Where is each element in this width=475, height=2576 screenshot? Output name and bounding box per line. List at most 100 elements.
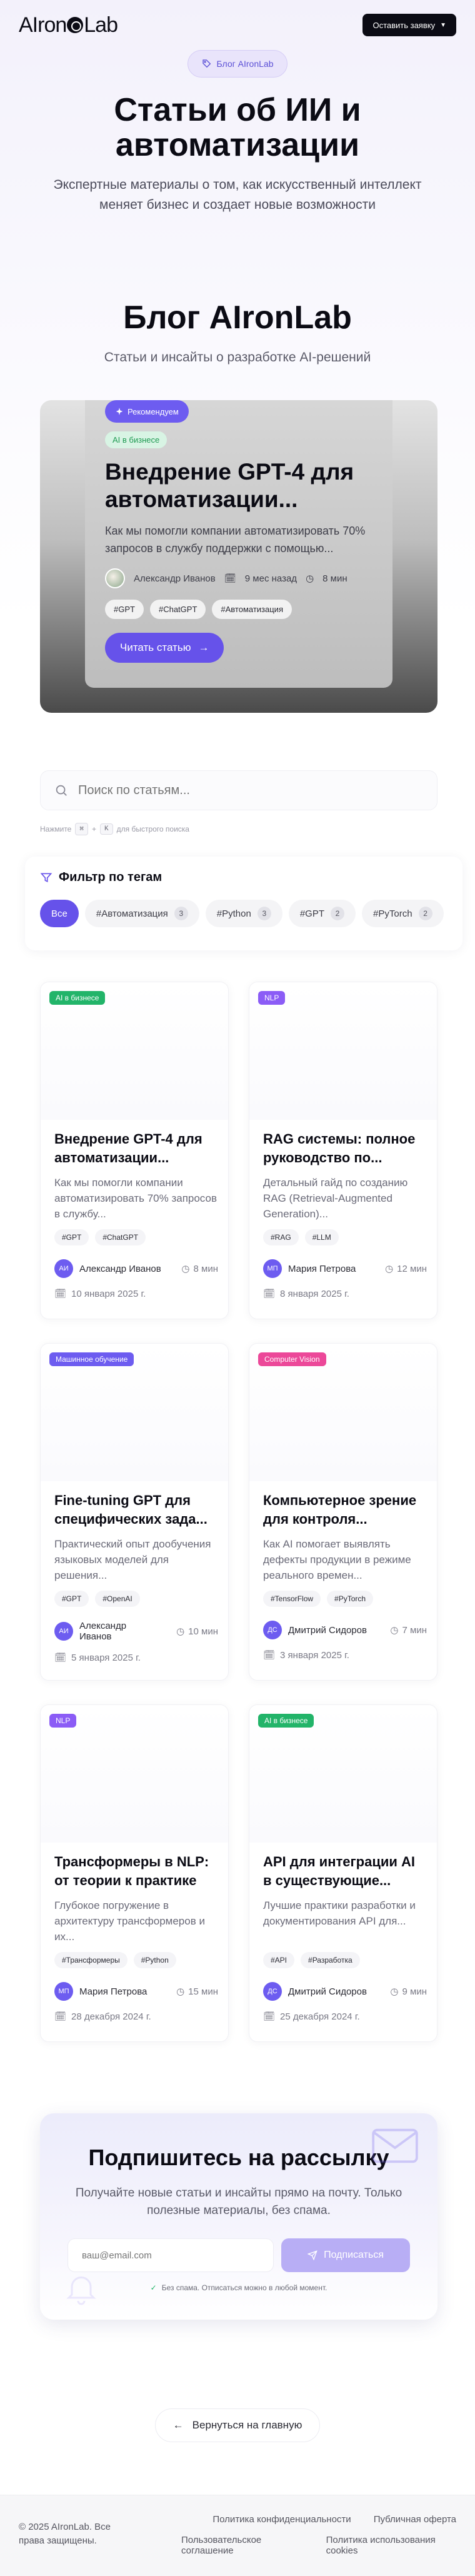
- clock-icon: ◷: [181, 1264, 190, 1274]
- chip-pytorch[interactable]: #PyTorch 2: [362, 900, 444, 927]
- article-tag[interactable]: #PyTorch: [327, 1591, 374, 1607]
- author-avatar: ДС: [263, 1982, 282, 2001]
- read-article-button[interactable]: Читать статью →: [105, 633, 224, 663]
- article-category: AI в бизнесе: [49, 991, 106, 1005]
- featured-tag[interactable]: #GPT: [105, 600, 144, 619]
- article-card[interactable]: NLP RAG системы: полное руководство по..…: [249, 982, 438, 1319]
- article-tag[interactable]: #LLM: [304, 1229, 339, 1245]
- hero: Блог AIronLab Статьи об ИИ и автоматизац…: [0, 50, 475, 215]
- calendar-icon: 🗓: [224, 573, 236, 584]
- chip-count: 2: [331, 907, 345, 920]
- bell-icon: [66, 2277, 96, 2305]
- article-title[interactable]: RAG системы: полное руководство по...: [263, 1130, 427, 1167]
- clock-icon: ◷: [390, 1986, 399, 1997]
- article-tag[interactable]: #Разработка: [301, 1952, 360, 1968]
- article-title[interactable]: Трансформеры в NLP: от теории к практике: [54, 1853, 218, 1890]
- featured-category: AI в бизнесе: [105, 431, 168, 448]
- article-description: Практический опыт дообучения языковых мо…: [54, 1538, 211, 1581]
- chip-python[interactable]: #Python 3: [205, 900, 282, 927]
- blog-subtitle: Статьи и инсайты о разработке AI-решений: [104, 350, 371, 365]
- filter-title: Фильтр по тегам: [59, 870, 162, 884]
- email-field[interactable]: [68, 2238, 274, 2272]
- article-read-time: 7 мин: [402, 1624, 428, 1636]
- article-tag[interactable]: #API: [263, 1952, 295, 1968]
- featured-tag[interactable]: #Автоматизация: [212, 600, 292, 619]
- search-input[interactable]: [78, 783, 403, 798]
- footer-link-terms[interactable]: Пользовательское соглашение: [181, 2535, 304, 2556]
- featured-badge: Рекомендуем: [105, 400, 189, 423]
- featured-tag[interactable]: #ChatGPT: [149, 600, 206, 619]
- filter-heading: Фильтр по тегам: [40, 870, 448, 885]
- calendar-icon: 🗓: [263, 1650, 276, 1661]
- article-tag[interactable]: #GPT: [54, 1591, 89, 1607]
- blog-title: Блог AIronLab: [123, 299, 352, 336]
- header: AIron Lab Оставить заявку ▼: [19, 11, 456, 39]
- article-date: 5 января 2025 г.: [71, 1652, 141, 1663]
- article-card[interactable]: AI в бизнесе API для интеграции AI в сущ…: [249, 1704, 438, 2042]
- newsletter-text: Получайте новые статьи и инсайты прямо н…: [75, 2186, 402, 2217]
- footer-link-offer[interactable]: Публичная оферта: [374, 2514, 456, 2525]
- copyright: © 2025 AIronLab. Все права защищены.: [19, 2522, 111, 2546]
- hero-badge-label: Блог AIronLab: [216, 59, 274, 69]
- article-tag[interactable]: #OpenAI: [95, 1591, 140, 1607]
- article-title[interactable]: Компьютерное зрение для контроля...: [263, 1491, 427, 1529]
- search-icon: [56, 785, 67, 796]
- chip-label: #GPT: [299, 908, 325, 919]
- article-tag[interactable]: #Трансформеры: [54, 1952, 128, 1968]
- article-card[interactable]: Computer Vision Компьютерное зрение для …: [249, 1343, 438, 1681]
- chip-gpt[interactable]: #GPT 2: [288, 900, 356, 927]
- article-description: Лучшие практики разработки и документиро…: [263, 1899, 416, 1927]
- featured-title[interactable]: Внедрение GPT-4 для автоматизации...: [105, 458, 372, 513]
- article-title[interactable]: API для интеграции AI в существующие...: [263, 1853, 427, 1890]
- author-avatar: МП: [263, 1259, 282, 1278]
- back-home-label: Вернуться на главную: [192, 2419, 302, 2431]
- page-title: Статьи об ИИ и автоматизации: [114, 92, 361, 163]
- logo[interactable]: AIron Lab: [19, 13, 118, 38]
- calendar-icon: 🗓: [54, 1289, 67, 1299]
- article-tag[interactable]: #ChatGPT: [95, 1229, 146, 1245]
- article-author: Мария Петрова: [79, 1986, 148, 1997]
- request-button[interactable]: Оставить заявку ▼: [362, 14, 456, 36]
- search-hint-prefix: Нажмите: [40, 825, 72, 833]
- tag-icon: [202, 59, 211, 68]
- logo-dot-icon: [67, 17, 84, 33]
- article-tag[interactable]: #GPT: [54, 1229, 89, 1245]
- article-title[interactable]: Внедрение GPT-4 для автоматизации...: [54, 1130, 218, 1167]
- footer-link-cookies[interactable]: Политика использования cookies: [326, 2535, 456, 2556]
- tag-filter: Фильтр по тегам Все #Автоматизация 3 #Pyt…: [25, 857, 462, 950]
- article-tag[interactable]: #TensorFlow: [263, 1591, 321, 1607]
- back-home-button[interactable]: ← Вернуться на главную: [155, 2408, 320, 2442]
- featured-badge-label: Рекомендуем: [128, 406, 179, 416]
- chip-label: #Автоматизация: [96, 908, 168, 919]
- author-avatar: МП: [54, 1982, 73, 2001]
- article-card[interactable]: AI в бизнесе Внедрение GPT-4 для автомат…: [40, 982, 229, 1319]
- article-author: Мария Петрова: [288, 1263, 356, 1274]
- filter-icon: [40, 873, 52, 882]
- subscribe-button[interactable]: Подписаться: [281, 2238, 410, 2272]
- clock-icon: ◷: [306, 573, 314, 584]
- request-button-label: Оставить заявку: [372, 20, 436, 30]
- chip-automation[interactable]: #Автоматизация 3: [84, 900, 199, 927]
- chip-count: 3: [174, 907, 188, 920]
- sparkle-icon: [116, 408, 123, 415]
- article-author: Дмитрий Сидоров: [288, 1986, 367, 1997]
- featured-read-time: 8 мин: [322, 573, 348, 584]
- footer-link-privacy[interactable]: Политика конфиденциальности: [212, 2514, 351, 2525]
- featured-article[interactable]: Рекомендуем AI в бизнесе Внедрение GPT-4…: [40, 400, 438, 713]
- chip-count: 3: [257, 907, 271, 920]
- filter-chips: Все #Автоматизация 3 #Python 3 #GPT 2 #PyTo…: [40, 900, 448, 927]
- article-read-time: 10 мин: [188, 1626, 218, 1637]
- article-title[interactable]: Fine-tuning GPT для специфических зада..…: [54, 1491, 218, 1529]
- article-date: 10 января 2025 г.: [71, 1288, 146, 1299]
- article-card[interactable]: Машинное обучение Fine-tuning GPT для сп…: [40, 1343, 229, 1681]
- newsletter-note-text: Без спама. Отписаться можно в любой моме…: [161, 2283, 328, 2292]
- article-tag[interactable]: #RAG: [263, 1229, 299, 1245]
- article-category: Computer Vision: [258, 1352, 326, 1366]
- article-card[interactable]: NLP Трансформеры в NLP: от теории к прак…: [40, 1704, 229, 2042]
- article-date: 3 января 2025 г.: [280, 1649, 349, 1661]
- article-tag[interactable]: #Python: [133, 1952, 176, 1968]
- calendar-icon: 🗓: [263, 2011, 276, 2022]
- chip-all[interactable]: Все: [40, 900, 79, 927]
- article-author: Александр Иванов: [79, 1263, 161, 1274]
- newsletter: Подпишитесь на рассылку Получайте новые …: [40, 2113, 438, 2320]
